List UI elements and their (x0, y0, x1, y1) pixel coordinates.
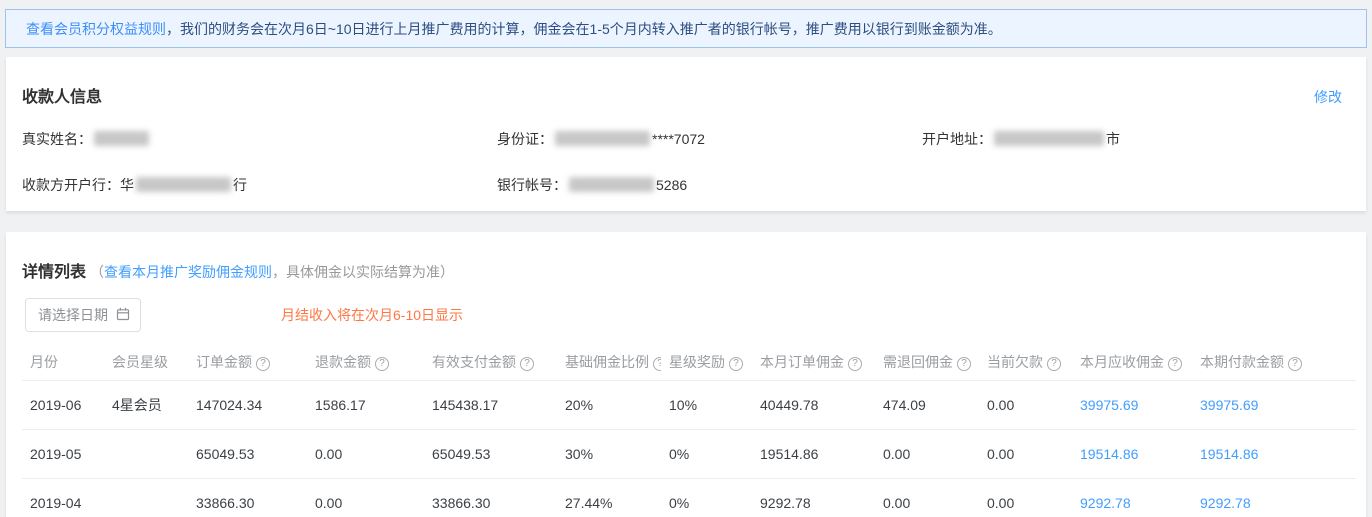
redacted-value (994, 131, 1104, 146)
redacted-value (94, 131, 149, 146)
cell-current-debt: 0.00 (979, 429, 1072, 478)
settlement-notice: 月结收入将在次月6-10日显示 (281, 305, 463, 325)
col-receivable-commission: 本月应收佣金? (1072, 344, 1192, 380)
calendar-icon (116, 307, 130, 324)
col-order-amount: 订单金额? (188, 344, 307, 380)
cell-receivable-commission[interactable]: 39975.69 (1072, 380, 1192, 429)
field-label: 银行帐号： (497, 177, 567, 193)
field-label: 收款方开户行： (22, 177, 120, 193)
cell-payment-amount[interactable]: 9292.78 (1192, 478, 1356, 517)
details-card-title: 详情列表 (22, 258, 86, 282)
help-icon[interactable]: ? (1288, 357, 1302, 371)
cell-month: 2019-05 (22, 429, 104, 478)
cell-valid-payment: 65049.53 (424, 429, 557, 478)
field-label: 真实姓名： (22, 131, 92, 147)
redacted-value (555, 131, 650, 146)
cell-star-reward: 0% (661, 478, 752, 517)
payee-card-title: 收款人信息 (22, 83, 102, 107)
help-icon[interactable]: ? (848, 357, 862, 371)
cell-member-star: 4星会员 (104, 380, 188, 429)
cell-receivable-commission[interactable]: 19514.86 (1072, 429, 1192, 478)
field-value: 行 (233, 177, 247, 193)
col-member-star: 会员星级 (104, 344, 188, 380)
col-month-order-commission: 本月订单佣金? (752, 344, 875, 380)
col-star-reward: 星级奖励? (661, 344, 752, 380)
field-value: 5286 (656, 177, 687, 193)
cell-order-commission: 40449.78 (752, 380, 875, 429)
date-picker[interactable] (25, 298, 141, 332)
field-value: ****7072 (652, 131, 705, 147)
cell-return-commission: 0.00 (875, 478, 979, 517)
field-value: 市 (1106, 131, 1120, 147)
date-input[interactable] (38, 307, 114, 323)
table-row: 2019-04 33866.30 0.00 33866.30 27.44% 0%… (22, 478, 1356, 517)
table-row: 2019-06 4星会员 147024.34 1586.17 145438.17… (22, 380, 1356, 429)
field-bank-address: 开户地址： 市 (922, 129, 1356, 149)
help-icon[interactable]: ? (256, 357, 270, 371)
col-refund-amount: 退款金额? (307, 344, 424, 380)
redacted-value (569, 177, 654, 192)
cell-order-amount: 33866.30 (188, 478, 307, 517)
col-valid-payment: 有效支付金额? (424, 344, 557, 380)
cell-order-amount: 147024.34 (188, 380, 307, 429)
note-rest: ，具体佣金以实际结算为准） (272, 264, 454, 280)
field-id-card: 身份证： ****7072 (497, 129, 922, 149)
cell-payment-amount[interactable]: 39975.69 (1192, 380, 1356, 429)
field-value: 华 (120, 177, 134, 193)
commission-rules-link[interactable]: 查看本月推广奖励佣金规则 (104, 264, 272, 280)
cell-member-star (104, 478, 188, 517)
help-icon[interactable]: ? (957, 357, 971, 371)
cell-order-commission: 19514.86 (752, 429, 875, 478)
cell-month: 2019-06 (22, 380, 104, 429)
col-commission-to-return: 需退回佣金? (875, 344, 979, 380)
details-list-card: 详情列表 （查看本月推广奖励佣金规则，具体佣金以实际结算为准） 月结收入将在次月… (6, 232, 1366, 517)
field-real-name: 真实姓名： (22, 129, 497, 149)
field-label: 开户地址： (922, 131, 992, 147)
edit-payee-button[interactable]: 修改 (1314, 87, 1342, 107)
cell-base-rate: 30% (557, 429, 661, 478)
note-paren: （ (90, 264, 104, 280)
cell-refund-amount: 0.00 (307, 429, 424, 478)
help-icon[interactable]: ? (1047, 357, 1061, 371)
cell-order-amount: 65049.53 (188, 429, 307, 478)
cell-base-rate: 27.44% (557, 478, 661, 517)
field-label: 身份证： (497, 131, 553, 147)
table-header-row: 月份 会员星级 订单金额? 退款金额? 有效支付金额? 基础佣金比例? 星级奖励… (22, 344, 1356, 380)
banner-text: ，我们的财务会在次月6日~10日进行上月推广费用的计算，佣金会在1-5个月内转入… (166, 19, 1002, 39)
cell-current-debt: 0.00 (979, 478, 1072, 517)
cell-valid-payment: 145438.17 (424, 380, 557, 429)
cell-star-reward: 0% (661, 429, 752, 478)
cell-receivable-commission[interactable]: 9292.78 (1072, 478, 1192, 517)
col-payment-amount: 本期付款金额? (1192, 344, 1356, 380)
table-row: 2019-05 65049.53 0.00 65049.53 30% 0% 19… (22, 429, 1356, 478)
cell-current-debt: 0.00 (979, 380, 1072, 429)
field-bank-account: 银行帐号： 5286 (497, 175, 922, 195)
cell-star-reward: 10% (661, 380, 752, 429)
cell-valid-payment: 33866.30 (424, 478, 557, 517)
commission-table: 月份 会员星级 订单金额? 退款金额? 有效支付金额? 基础佣金比例? 星级奖励… (22, 344, 1356, 517)
cell-member-star (104, 429, 188, 478)
field-payee-bank: 收款方开户行：华 行 (22, 175, 497, 195)
help-icon[interactable]: ? (1168, 357, 1182, 371)
cell-order-commission: 9292.78 (752, 478, 875, 517)
details-note: （查看本月推广奖励佣金规则，具体佣金以实际结算为准） (90, 262, 454, 282)
member-points-rules-link[interactable]: 查看会员积分权益规则 (26, 19, 166, 39)
col-month: 月份 (22, 344, 104, 380)
payee-info-card: 收款人信息 修改 真实姓名： 身份证： ****7072 开户地址： 市 收款方开户… (6, 57, 1366, 211)
redacted-value (136, 177, 231, 192)
help-icon[interactable]: ? (729, 357, 743, 371)
cell-return-commission: 0.00 (875, 429, 979, 478)
cell-return-commission: 474.09 (875, 380, 979, 429)
cell-refund-amount: 0.00 (307, 478, 424, 517)
top-notice-banner: 查看会员积分权益规则，我们的财务会在次月6日~10日进行上月推广费用的计算，佣金… (5, 9, 1367, 48)
help-icon[interactable]: ? (375, 357, 389, 371)
cell-base-rate: 20% (557, 380, 661, 429)
cell-refund-amount: 1586.17 (307, 380, 424, 429)
cell-month: 2019-04 (22, 478, 104, 517)
help-icon[interactable]: ? (520, 357, 534, 371)
col-base-commission-rate: 基础佣金比例? (557, 344, 661, 380)
col-current-debt: 当前欠款? (979, 344, 1072, 380)
help-icon[interactable]: ? (653, 357, 661, 371)
cell-payment-amount[interactable]: 19514.86 (1192, 429, 1356, 478)
